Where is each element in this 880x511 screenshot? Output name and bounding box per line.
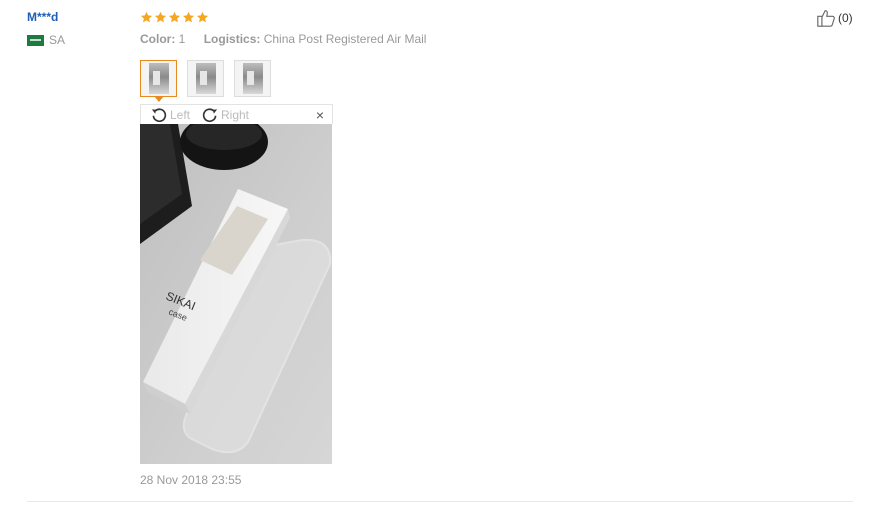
reviewer-info: M***d SA (27, 9, 65, 47)
star-icon (182, 11, 195, 22)
country-code: SA (49, 33, 66, 47)
star-icon (154, 11, 167, 22)
order-meta: Color: 1 Logistics: China Post Registere… (140, 31, 840, 47)
flag-icon (27, 34, 44, 46)
color-value: 1 (178, 32, 186, 46)
reviewer-country: SA (27, 33, 65, 47)
review-divider (27, 501, 853, 502)
rotate-left-icon (151, 108, 167, 123)
rotate-left-label: Left (170, 108, 191, 122)
photo-thumbnail[interactable] (140, 60, 177, 97)
photo-viewer-toolbar: Left Right × (140, 104, 333, 124)
review-main: Color: 1 Logistics: China Post Registere… (140, 9, 840, 47)
rotate-right-label: Right (221, 108, 250, 122)
review-photo: SIKAI case (140, 124, 332, 464)
star-icon (196, 11, 209, 22)
photo-thumbnails (140, 60, 271, 97)
product-photo-image: SIKAI case (140, 124, 332, 464)
rotate-left-button[interactable]: Left (150, 106, 190, 124)
helpful-button[interactable]: (0) (816, 9, 853, 27)
selected-thumbnail-arrow (154, 96, 164, 102)
reviewer-name: M***d (27, 10, 59, 24)
logistics-value: China Post Registered Air Mail (263, 32, 427, 46)
star-icon (140, 11, 153, 22)
rotate-right-icon (202, 108, 218, 123)
photo-thumbnail[interactable] (234, 60, 271, 97)
star-icon (168, 11, 181, 22)
color-label: Color: (140, 32, 176, 46)
review-date: 28 Nov 2018 23:55 (140, 473, 242, 487)
thumbs-up-icon (817, 10, 835, 27)
helpful-count: (0) (838, 11, 853, 25)
photo-thumbnail[interactable] (187, 60, 224, 97)
star-rating (140, 9, 840, 25)
logistics-label: Logistics: (203, 32, 261, 46)
rotate-right-button[interactable]: Right (201, 106, 249, 124)
close-icon[interactable]: × (316, 107, 324, 123)
